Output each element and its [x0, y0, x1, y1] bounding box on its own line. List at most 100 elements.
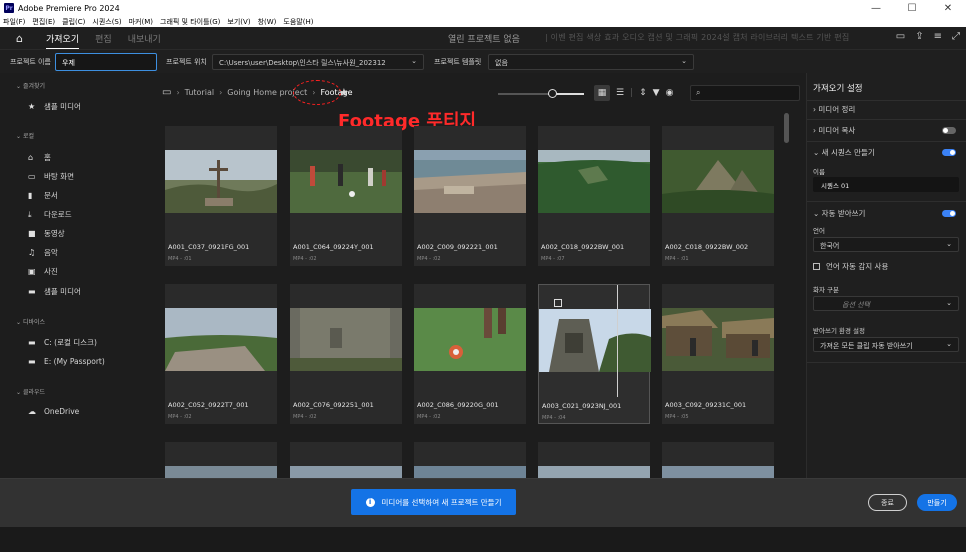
checkbox-icon[interactable] — [813, 263, 820, 270]
sidebar-item-drive-c[interactable]: ▬ C: (로컬 디스크) — [28, 337, 97, 348]
list-view-icon[interactable]: ☰ — [616, 88, 624, 98]
clip-card[interactable]: A001_C064_09224Y_001 MP4 - :02 — [290, 126, 402, 266]
language-select[interactable]: 한국어 ⌄ — [813, 237, 959, 252]
minimize-button[interactable]: — — [858, 0, 894, 16]
window-controls: — ☐ ✕ — [858, 0, 966, 16]
filter-icon[interactable]: ▼ — [653, 88, 660, 98]
favorite-star-icon[interactable]: ★ — [339, 86, 349, 99]
eye-icon[interactable]: ◉ — [666, 88, 674, 98]
clip-meta: MP4 - :02 — [168, 414, 192, 420]
clip-card-partial[interactable] — [414, 442, 526, 478]
document-icon: ▮ — [28, 191, 33, 200]
expand-icon[interactable]: ⤢ — [952, 31, 960, 42]
tab-export[interactable]: 내보내기 — [128, 32, 161, 45]
tab-edit[interactable]: 편집 — [95, 32, 112, 45]
grid-view-icon[interactable]: ▦ — [594, 85, 610, 101]
auto-transcribe-toggle[interactable] — [942, 210, 956, 217]
exit-button[interactable]: 종료 — [868, 494, 907, 511]
project-location-dropdown[interactable]: C:\Users\user\Desktop\인스타 릴스\뉴사원_202312 … — [212, 54, 424, 70]
clip-card-partial[interactable] — [165, 442, 277, 478]
tab-import[interactable]: 가져오기 — [46, 32, 80, 50]
new-sequence-toggle[interactable] — [942, 149, 956, 156]
sequence-name-input[interactable]: 시퀀스 01 — [813, 177, 959, 192]
clip-card[interactable]: A002_C009_092221_001 MP4 - :02 — [414, 126, 526, 266]
create-button[interactable]: 만들기 — [917, 494, 957, 511]
sidebar-item-sample-media[interactable]: ★ 샘플 미디어 — [28, 101, 81, 112]
project-template-dropdown[interactable]: 없음 ⌄ — [488, 54, 694, 70]
clip-card[interactable]: A002_C018_0922BW_002 MP4 - :01 — [662, 126, 774, 266]
menu-help[interactable]: 도움말(H) — [283, 17, 313, 27]
panel-icon[interactable]: ▭ — [896, 31, 905, 42]
sidebar-item-desktop[interactable]: ▭ 바탕 화면 — [28, 171, 74, 182]
clip-meta: MP4 - :07 — [541, 256, 565, 262]
maximize-button[interactable]: ☐ — [894, 0, 930, 16]
share-icon[interactable]: ⇪ — [915, 31, 923, 42]
transcribe-pref-select[interactable]: 가져온 모든 클립 자동 받아쓰기 ⌄ — [813, 337, 959, 352]
folder-icon: ▬ — [28, 287, 36, 296]
clip-checkbox[interactable] — [554, 299, 562, 307]
sort-icon[interactable]: ⇕ — [639, 88, 647, 98]
thumbnail-size-slider[interactable] — [498, 89, 584, 98]
clip-card-partial[interactable] — [538, 442, 650, 478]
project-name-input[interactable]: 우제 — [55, 53, 157, 71]
clip-card[interactable]: A002_C018_0922BW_001 MP4 - :07 — [538, 126, 650, 266]
close-window-button[interactable]: ✕ — [930, 0, 966, 16]
title-bar: Pr Adobe Premiere Pro 2024 — ☐ ✕ — [0, 0, 966, 16]
home-icon[interactable]: ⌂ — [16, 32, 30, 45]
sidebar-item-sample-media-local[interactable]: ▬ 샘플 미디어 — [28, 286, 81, 297]
sidebar-item-home[interactable]: ⌂ 홈 — [28, 152, 51, 163]
clip-meta: MP4 - :01 — [665, 256, 689, 262]
clip-card[interactable]: A002_C076_092251_001 MP4 - :02 — [290, 284, 402, 424]
devices-header[interactable]: ⌄ 디바이스 — [16, 317, 45, 326]
menu-edit[interactable]: 편집(E) — [32, 17, 55, 27]
clip-card-partial[interactable] — [290, 442, 402, 478]
sidebar-item-downloads[interactable]: ⤓ 다운로드 — [28, 209, 72, 220]
copy-media-row[interactable]: › 미디어 복사 — [813, 125, 855, 136]
menu-lines-icon[interactable]: ≡ — [934, 31, 942, 42]
cloud-header[interactable]: ⌄ 클라우드 — [16, 387, 45, 396]
local-header[interactable]: ⌄ 로컬 — [16, 131, 34, 140]
clip-name: A002_C052_0922T7_001 — [168, 401, 249, 409]
menu-clip[interactable]: 클립(C) — [62, 17, 85, 27]
clip-card[interactable]: A003_C092_09231C_001 MP4 - :05 — [662, 284, 774, 424]
menu-view[interactable]: 보기(V) — [227, 17, 250, 27]
sidebar-item-documents[interactable]: ▮ 문서 — [28, 190, 58, 201]
speaker-select[interactable]: 옵션 선택 ⌄ — [813, 296, 959, 311]
auto-transcribe-row[interactable]: ⌄ 자동 받아쓰기 — [813, 208, 865, 219]
menu-sequence[interactable]: 시퀀스(S) — [92, 17, 121, 27]
workspaces-list[interactable]: | 이벤 편집 색상 효과 오디오 캡션 및 그래픽 2024설 캡처 라이브러… — [545, 32, 849, 43]
clip-card[interactable]: A002_C052_0922T7_001 MP4 - :02 — [165, 284, 277, 424]
info-text: 미디어를 선택하여 새 프로젝트 만들기 — [381, 497, 502, 507]
search-input[interactable]: ⌕ — [690, 85, 800, 101]
menu-file[interactable]: 파일(F) — [3, 17, 25, 27]
menu-window[interactable]: 창(W) — [258, 17, 277, 27]
new-sequence-row[interactable]: ⌄ 새 시퀀스 만들기 — [813, 147, 875, 158]
clip-card-selected[interactable]: A003_C021_0923NJ_001 MP4 - :04 — [538, 284, 651, 424]
copy-media-toggle[interactable] — [942, 127, 956, 134]
auto-detect-checkbox[interactable]: 언어 자동 감지 사용 — [813, 261, 888, 272]
scrub-playhead[interactable] — [617, 285, 618, 397]
clip-meta: MP4 - :02 — [417, 414, 441, 420]
favorites-header[interactable]: ⌄ 즐겨찾기 — [16, 81, 45, 90]
sidebar-item-videos[interactable]: ■ 동영상 — [28, 228, 65, 239]
scrollbar[interactable] — [784, 113, 789, 143]
sidebar-item-onedrive[interactable]: ☁ OneDrive — [28, 407, 79, 416]
project-bar: 프로젝트 이름 우제 프로젝트 위치 C:\Users\user\Desktop… — [0, 49, 966, 73]
organize-media-row[interactable]: › 미디어 정리 — [813, 104, 855, 115]
info-banner[interactable]: i 미디어를 선택하여 새 프로젝트 만들기 — [351, 489, 516, 515]
clip-meta: MP4 - :02 — [293, 414, 317, 420]
clip-thumbnail — [539, 309, 651, 372]
breadcrumb-tutorial[interactable]: Tutorial — [185, 88, 214, 97]
clip-card[interactable]: A002_C086_09220G_001 MP4 - :02 — [414, 284, 526, 424]
sidebar-item-drive-e[interactable]: ▬ E: (My Passport) — [28, 357, 105, 366]
clip-card-partial[interactable] — [662, 442, 774, 478]
menu-graphics[interactable]: 그래픽 및 타이틀(G) — [160, 17, 220, 27]
folder-nav-icon[interactable]: ▭ — [162, 87, 171, 98]
sidebar-item-music[interactable]: ♫ 음악 — [28, 247, 58, 258]
music-icon: ♫ — [28, 248, 36, 257]
menu-marker[interactable]: 마커(M) — [129, 17, 153, 27]
clip-card[interactable]: A001_C037_0921FG_001 MP4 - :01 — [165, 126, 277, 266]
project-template-value: 없음 — [495, 59, 508, 67]
sidebar-item-photos[interactable]: ▣ 사진 — [28, 266, 58, 277]
slider-knob[interactable] — [548, 89, 557, 98]
